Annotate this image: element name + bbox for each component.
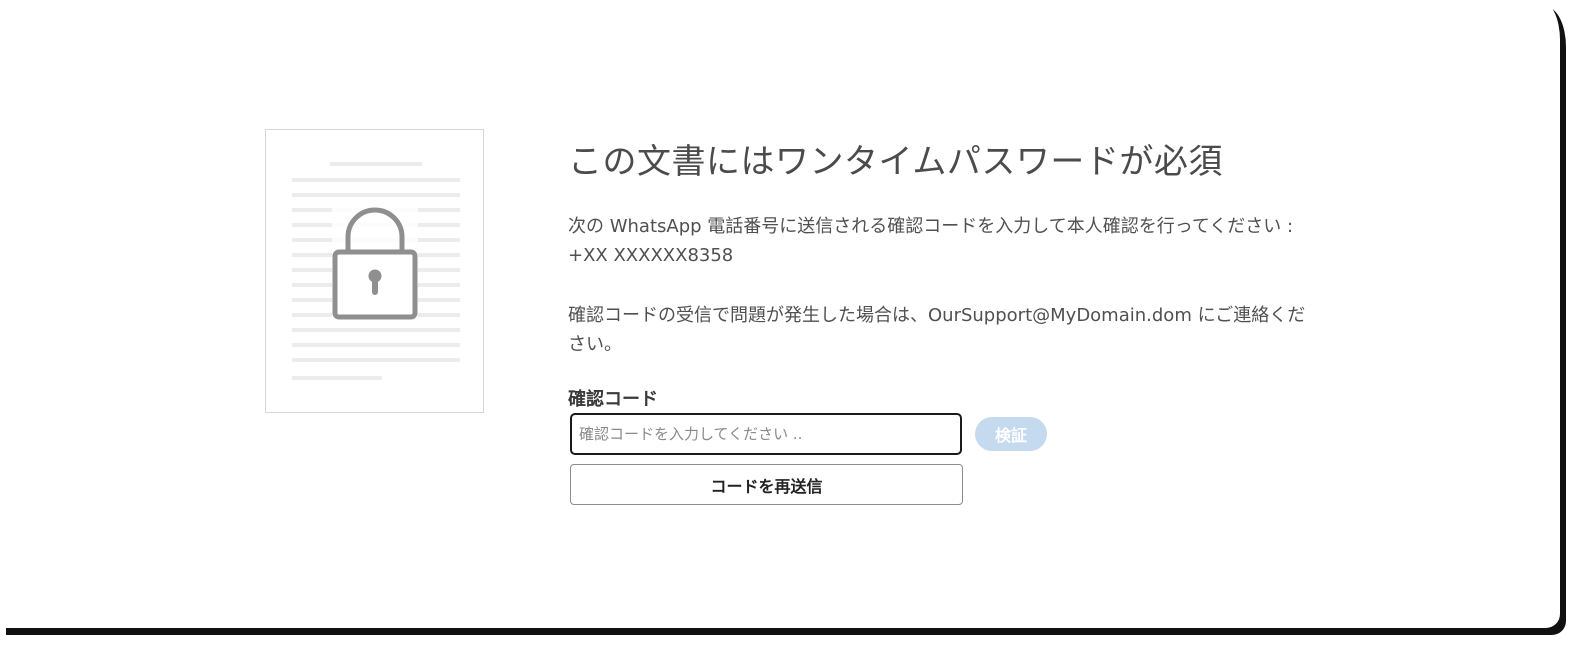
doc-text-line: [292, 343, 460, 347]
support-text: 確認コードの受信で問題が発生した場合は、OurSupport@MyDomain.…: [568, 305, 1306, 355]
resend-code-button[interactable]: コードを再送信: [570, 464, 963, 505]
doc-text-line: [292, 376, 382, 380]
instruction-text: 次の WhatsApp 電話番号に送信される確認コードを入力して本人確認を行って…: [568, 216, 1294, 266]
verify-button[interactable]: 検証: [975, 417, 1047, 451]
page-frame: この文書にはワンタイムパスワードが必須 次の WhatsApp 電話番号に送信さ…: [0, 0, 1560, 628]
doc-text-line: [292, 328, 460, 332]
doc-text-line: [292, 193, 460, 197]
doc-text-line: [292, 358, 460, 362]
lock-icon: [332, 205, 418, 323]
page-title: この文書にはワンタイムパスワードが必須: [568, 142, 1223, 182]
otp-panel: この文書にはワンタイムパスワードが必須 次の WhatsApp 電話番号に送信さ…: [568, 140, 1308, 505]
doc-heading-line: [330, 162, 422, 166]
code-input[interactable]: [570, 413, 962, 455]
doc-text-line: [292, 178, 460, 182]
code-label: 確認コード: [568, 389, 658, 410]
